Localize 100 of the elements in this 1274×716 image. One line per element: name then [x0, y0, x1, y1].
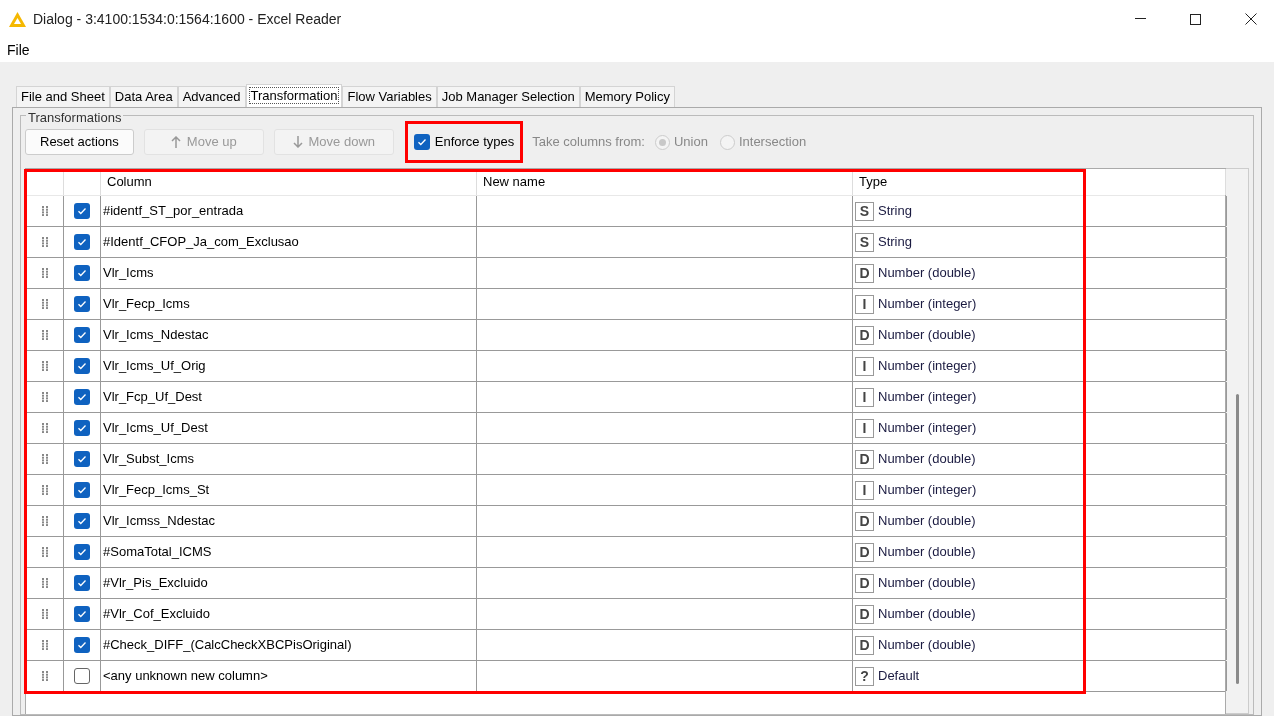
table-cell: Vlr_Fecp_Icms_St — [101, 475, 477, 505]
table-cell: Vlr_Fecp_Icms — [101, 289, 477, 319]
tab[interactable]: Memory Policy — [579, 86, 675, 107]
row-checkbox[interactable] — [74, 358, 90, 374]
check-icon — [416, 137, 427, 147]
drag-handle-icon[interactable] — [41, 299, 48, 309]
type-badge-icon: D — [855, 263, 874, 283]
row-checkbox[interactable] — [74, 544, 90, 560]
check-icon — [77, 485, 87, 495]
minimize-icon[interactable] — [1135, 18, 1146, 20]
table-cell-text: Number (double) — [878, 605, 976, 624]
table-cell: Vlr_Subst_Icms — [101, 444, 477, 474]
tab[interactable]: Data Area — [109, 86, 178, 107]
row-checkbox[interactable] — [74, 606, 90, 622]
type-badge-icon: I — [855, 387, 874, 407]
table-cell: Vlr_Icmss_Ndestac — [101, 506, 477, 536]
type-badge-icon: S — [855, 232, 874, 252]
row-checkbox[interactable] — [74, 575, 90, 591]
drag-handle-icon[interactable] — [41, 516, 48, 526]
type-badge-icon: D — [855, 511, 874, 531]
table-cell-text: Number (double) — [878, 264, 976, 283]
table-cell: #SomaTotal_ICMS — [101, 537, 477, 567]
reset-actions-button[interactable]: Reset actions — [25, 129, 134, 155]
enforce-types-label: Enforce types — [434, 133, 515, 152]
tab[interactable]: Advanced — [177, 86, 246, 107]
check-icon — [77, 330, 87, 340]
check-icon — [77, 268, 87, 278]
table-cell: #Check_DIFF_(CalcCheckXBCPisOriginal) — [101, 630, 477, 660]
row-checkbox[interactable] — [74, 203, 90, 219]
check-icon — [77, 423, 87, 433]
row-checkbox[interactable] — [74, 389, 90, 405]
close-icon[interactable] — [1245, 13, 1257, 25]
table-cell: Vlr_Icms — [101, 258, 477, 288]
menu-item[interactable]: File — [7, 39, 30, 61]
drag-handle-icon[interactable] — [41, 640, 48, 650]
scrollbar-thumb[interactable] — [1235, 394, 1239, 684]
type-badge-icon: ? — [855, 666, 874, 686]
radio-label: Union — [673, 133, 708, 152]
radio-label: Intersection — [738, 133, 807, 152]
check-icon — [77, 237, 87, 247]
table-cell-text: Number (integer) — [878, 419, 977, 438]
table-cell: Vlr_Icms_Uf_Dest — [101, 413, 477, 443]
row-checkbox[interactable] — [74, 296, 90, 312]
drag-handle-icon[interactable] — [41, 268, 48, 278]
table-cell-text: Number (integer) — [878, 481, 977, 500]
drag-handle-icon[interactable] — [41, 578, 48, 588]
table-cell: #identf_ST_por_entrada — [101, 196, 477, 226]
arrow-up-icon — [170, 136, 181, 148]
drag-handle-icon[interactable] — [41, 454, 48, 464]
row-checkbox[interactable] — [74, 265, 90, 281]
table-cell: <any unknown new column> — [101, 661, 477, 691]
table-cell-text: Default — [878, 667, 920, 686]
check-icon — [77, 516, 87, 526]
row-checkbox[interactable] — [74, 637, 90, 653]
table-cell: Vlr_Icms_Uf_Orig — [101, 351, 477, 381]
check-icon — [77, 361, 87, 371]
take-columns-label: Take columns from: — [532, 133, 645, 152]
row-checkbox[interactable] — [74, 420, 90, 436]
row-checkbox[interactable] — [74, 513, 90, 529]
row-checkbox[interactable] — [74, 451, 90, 467]
drag-handle-icon[interactable] — [41, 361, 48, 371]
window-title: Dialog - 3:4100:1534:0:1564:1600 - Excel Reader — [33, 9, 342, 29]
table-cell-text: Number (double) — [878, 326, 976, 345]
drag-handle-icon[interactable] — [41, 671, 48, 681]
table-cell: #Vlr_Pis_Excluido — [101, 568, 477, 598]
tab[interactable]: Transformation — [245, 84, 343, 107]
tab[interactable]: Flow Variables — [342, 86, 437, 107]
drag-handle-icon[interactable] — [41, 609, 48, 619]
check-icon — [77, 392, 87, 402]
table-cell: #Identf_CFOP_Ja_com_Exclusao — [101, 227, 477, 257]
row-checkbox[interactable] — [74, 327, 90, 343]
drag-handle-icon[interactable] — [41, 206, 48, 216]
drag-handle-icon[interactable] — [41, 423, 48, 433]
row-checkbox[interactable] — [74, 668, 90, 684]
type-badge-icon: I — [855, 294, 874, 314]
maximize-icon[interactable] — [1190, 13, 1201, 25]
type-badge-icon: I — [855, 480, 874, 500]
tab[interactable]: Job Manager Selection — [436, 86, 580, 107]
table-cell-text: Number (double) — [878, 574, 976, 593]
drag-handle-icon[interactable] — [41, 547, 48, 557]
check-icon — [77, 206, 87, 216]
type-badge-icon: S — [855, 201, 874, 221]
table-cell: #Vlr_Cof_Excluido — [101, 599, 477, 629]
drag-handle-icon[interactable] — [41, 392, 48, 402]
drag-handle-icon[interactable] — [41, 485, 48, 495]
table-cell-text: Number (double) — [878, 512, 976, 531]
column-header[interactable]: Column — [101, 169, 477, 195]
drag-handle-icon[interactable] — [41, 330, 48, 340]
table-cell-text: String — [878, 202, 912, 221]
table-cell-text: String — [878, 233, 912, 252]
column-header[interactable]: New name — [477, 169, 853, 195]
row-checkbox[interactable] — [74, 234, 90, 250]
row-checkbox[interactable] — [74, 482, 90, 498]
table-cell-text: Number (integer) — [878, 388, 977, 407]
table-cell-text: Number (double) — [878, 636, 976, 655]
drag-handle-icon[interactable] — [41, 237, 48, 247]
tab[interactable]: File and Sheet — [16, 86, 110, 107]
enforce-types-checkbox[interactable] — [413, 134, 430, 150]
check-icon — [77, 299, 87, 309]
type-badge-icon: I — [855, 356, 874, 376]
